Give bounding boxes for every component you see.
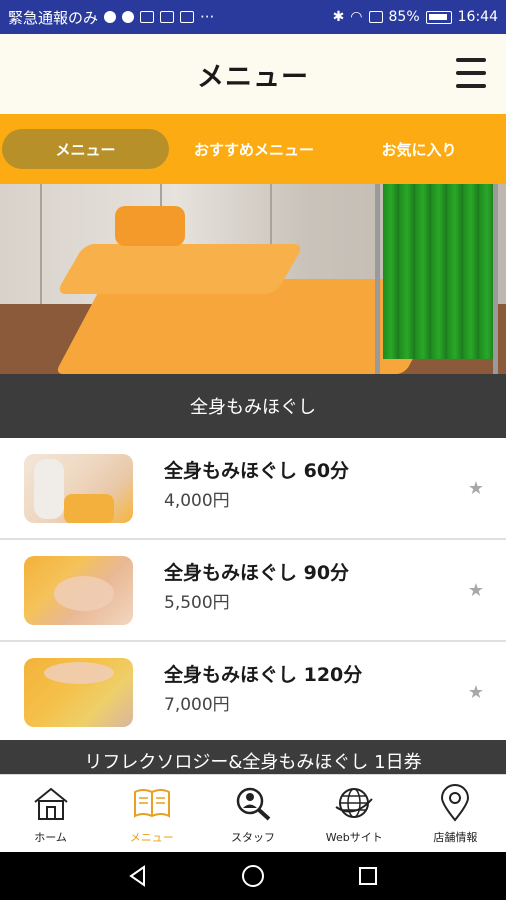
- tab-bar: メニュー おすすめメニュー お気に入り: [0, 114, 506, 184]
- section-title: 全身もみほぐし: [190, 397, 316, 418]
- hero-curtain: [383, 184, 495, 359]
- home-icon: [31, 783, 71, 823]
- nav-home[interactable]: ホーム: [0, 775, 101, 852]
- menu-item-thumbnail: [24, 556, 133, 625]
- nav-label: Webサイト: [325, 831, 383, 844]
- status-right: ✱ ◠ 85% 16:44: [333, 9, 498, 25]
- staff-search-icon: [233, 783, 273, 823]
- menu-item-name: 全身もみほぐし 60分: [164, 460, 350, 482]
- section-header-next: リフレクソロジー&全身もみほぐし 1日券: [0, 740, 506, 774]
- menu-item-thumbnail: [24, 658, 133, 727]
- tab-recommended[interactable]: おすすめメニュー: [169, 129, 339, 169]
- book-icon: [132, 783, 172, 823]
- system-nav-bar: [0, 852, 506, 900]
- hero-image: [0, 184, 506, 374]
- carrier-text: 緊急通報のみ: [8, 8, 99, 27]
- clock: 16:44: [457, 9, 498, 25]
- wifi-icon: ◠: [350, 9, 363, 25]
- menu-item-price: 7,000円: [164, 695, 230, 715]
- battery-icon: [425, 10, 452, 24]
- location-pin-icon: [435, 783, 475, 823]
- nav-label: ホーム: [34, 831, 67, 844]
- tab-favorites[interactable]: お気に入り: [339, 129, 499, 169]
- cloud-icon: [140, 11, 155, 23]
- menu-item-thumbnail: [24, 454, 133, 523]
- bluetooth-icon: ✱: [332, 9, 345, 25]
- nav-store-info[interactable]: 店舗情報: [405, 775, 506, 852]
- more-notifications: ···: [200, 8, 215, 26]
- back-icon[interactable]: [125, 863, 151, 889]
- page-title: メニュー: [197, 61, 309, 93]
- section-title-next: リフレクソロジー&全身もみほぐし 1日券: [84, 752, 422, 773]
- favorite-star-icon[interactable]: ★: [468, 682, 484, 703]
- globe-icon: [334, 783, 374, 823]
- battery-percent: 85%: [388, 9, 420, 25]
- sim-icon: [368, 11, 383, 23]
- check-icon: [104, 11, 117, 23]
- menu-item[interactable]: 全身もみほぐし 90分 5,500円 ★: [0, 540, 506, 642]
- recents-square-icon[interactable]: [355, 863, 381, 889]
- menu-item-name: 全身もみほぐし 90分: [164, 562, 350, 584]
- nav-menu[interactable]: メニュー: [101, 775, 202, 852]
- hero-pillow: [115, 206, 185, 246]
- menu-item-price: 5,500円: [164, 593, 230, 613]
- menu-item-name: 全身もみほぐし 120分: [164, 664, 363, 686]
- status-left: 緊急通報のみ ···: [8, 7, 214, 28]
- bottom-nav: ホーム メニュー スタッフ Webサイト 店舗情報: [0, 774, 506, 852]
- favorite-star-icon[interactable]: ★: [468, 580, 484, 601]
- nav-label: 店舗情報: [433, 831, 478, 844]
- nav-staff[interactable]: スタッフ: [202, 775, 303, 852]
- hamburger-menu-icon[interactable]: [456, 58, 486, 88]
- menu-item-price: 4,000円: [164, 491, 230, 511]
- app-header: メニュー: [0, 34, 506, 114]
- nav-label: スタッフ: [231, 831, 275, 844]
- image-icon: [160, 11, 175, 23]
- news-icon: [180, 11, 195, 23]
- home-circle-icon[interactable]: [240, 863, 266, 889]
- menu-list: 全身もみほぐし 60分 4,000円 ★ 全身もみほぐし 90分 5,500円 …: [0, 438, 506, 744]
- menu-item[interactable]: 全身もみほぐし 120分 7,000円 ★: [0, 642, 506, 744]
- favorite-star-icon[interactable]: ★: [468, 478, 484, 499]
- section-header: 全身もみほぐし: [0, 374, 506, 438]
- fan-icon: [122, 11, 135, 23]
- nav-label: メニュー: [129, 831, 174, 844]
- tab-menu[interactable]: メニュー: [2, 129, 169, 169]
- nav-website[interactable]: Webサイト: [304, 775, 405, 852]
- status-bar: 緊急通報のみ ··· ✱ ◠ 85% 16:44: [0, 0, 506, 34]
- menu-item[interactable]: 全身もみほぐし 60分 4,000円 ★: [0, 438, 506, 540]
